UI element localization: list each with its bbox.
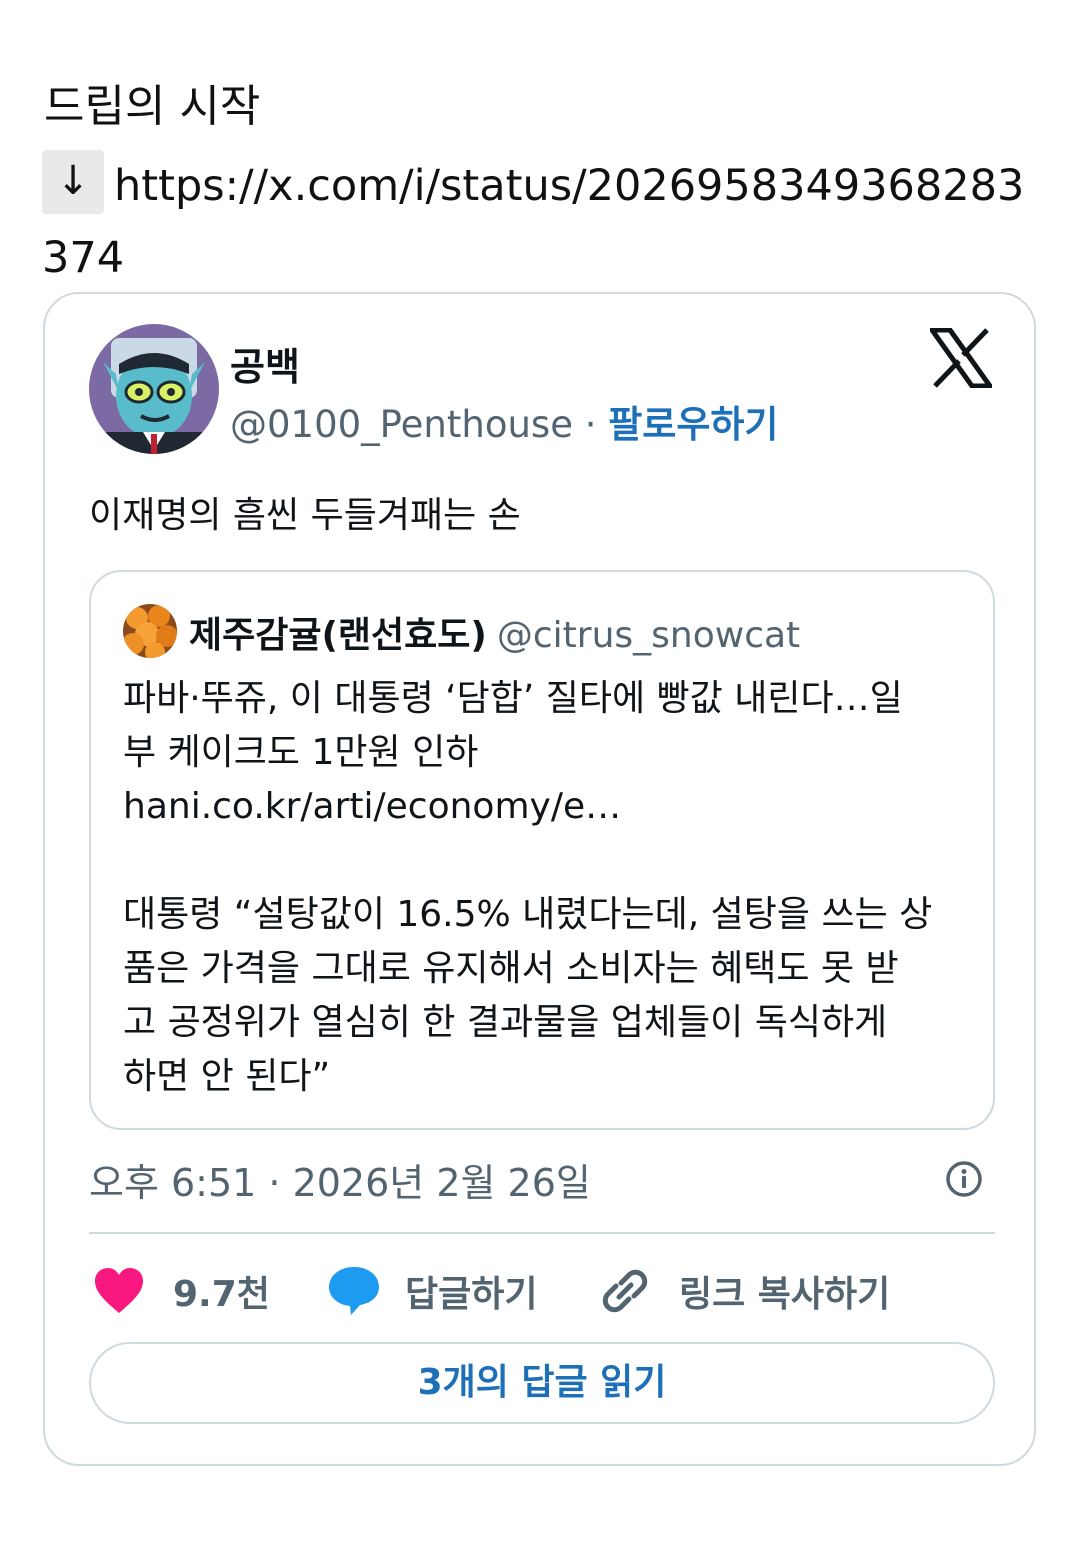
down-arrow-emoji: ↓	[42, 150, 104, 214]
copy-link-label: 링크 복사하기	[679, 1274, 891, 1315]
tweet-actions: 9.7천 답글하기 링크 복사하기	[89, 1256, 995, 1326]
tweet-timestamp[interactable]: 오후 6:51 · 2026년 2월 26일	[89, 1152, 591, 1207]
link-icon	[602, 1269, 648, 1313]
heart-icon	[95, 1268, 143, 1313]
quoted-author-line: 제주감귤(랜선효도) @citrus_snowcat	[189, 606, 800, 658]
read-replies-button[interactable]: 3개의 답글 읽기	[89, 1342, 995, 1424]
reply-button[interactable]: 답글하기	[327, 1256, 537, 1326]
quoted-tweet-text: 파바·뚜쥬, 이 대통령 ‘담합’ 질타에 빵값 내린다…일 부 케이크도 1만…	[123, 672, 973, 1104]
reply-label: 답글하기	[405, 1274, 538, 1315]
tweet-text: 이재명의 흠씬 두들겨패는 손	[89, 495, 521, 536]
quoted-text-line: 부 케이크도 1만원 인하	[123, 732, 479, 773]
post-title: 드립의 시작	[44, 81, 261, 132]
quoted-author-avatar	[123, 604, 177, 658]
quoted-text-line: 대통령 “설탕값이 16.5% 내렸다는데, 설탕을 쓰는 상	[123, 894, 933, 935]
status-link[interactable]: https://x.com/i/status/20269583493682833…	[42, 161, 1024, 283]
divider	[89, 1232, 995, 1234]
quoted-link[interactable]: hani.co.kr/arti/economy/e…	[123, 780, 973, 834]
meta-separator: ·	[584, 403, 597, 446]
author-avatar[interactable]	[89, 324, 219, 454]
info-icon[interactable]	[945, 1160, 983, 1198]
quoted-author-handle: @citrus_snowcat	[496, 615, 801, 656]
follow-button[interactable]: 팔로우하기	[608, 403, 778, 446]
x-logo-icon[interactable]	[930, 328, 992, 388]
like-count: 9.7천	[173, 1274, 270, 1315]
quoted-text-line: 고 공정위가 열심히 한 결과물을 업체들이 독식하게	[123, 1002, 888, 1043]
tweet-embed-card: 공백 @0100_Penthouse · 팔로우하기 이재명의 흠씬 두들겨패는…	[43, 292, 1036, 1466]
speech-bubble-icon	[329, 1267, 379, 1315]
quoted-text-line: 파바·뚜쥬, 이 대통령 ‘담합’ 질타에 빵값 내린다…일	[123, 678, 903, 719]
like-button[interactable]: 9.7천	[93, 1256, 270, 1326]
author-name[interactable]: 공백	[230, 336, 300, 391]
post-link-line: ↓ https://x.com/i/status/2026958349368283…	[42, 150, 1042, 294]
quoted-author-name: 제주감귤(랜선효도)	[189, 615, 487, 656]
author-meta: @0100_Penthouse · 팔로우하기	[230, 394, 778, 448]
quoted-text-line: 하면 안 된다”	[123, 1056, 331, 1097]
quoted-text-line: 품은 가격을 그대로 유지해서 소비자는 혜택도 못 받	[123, 948, 899, 989]
copy-link-button[interactable]: 링크 복사하기	[599, 1256, 890, 1326]
quoted-tweet[interactable]: 제주감귤(랜선효도) @citrus_snowcat 파바·뚜쥬, 이 대통령 ‘…	[89, 570, 995, 1130]
author-handle[interactable]: @0100_Penthouse	[230, 403, 573, 446]
